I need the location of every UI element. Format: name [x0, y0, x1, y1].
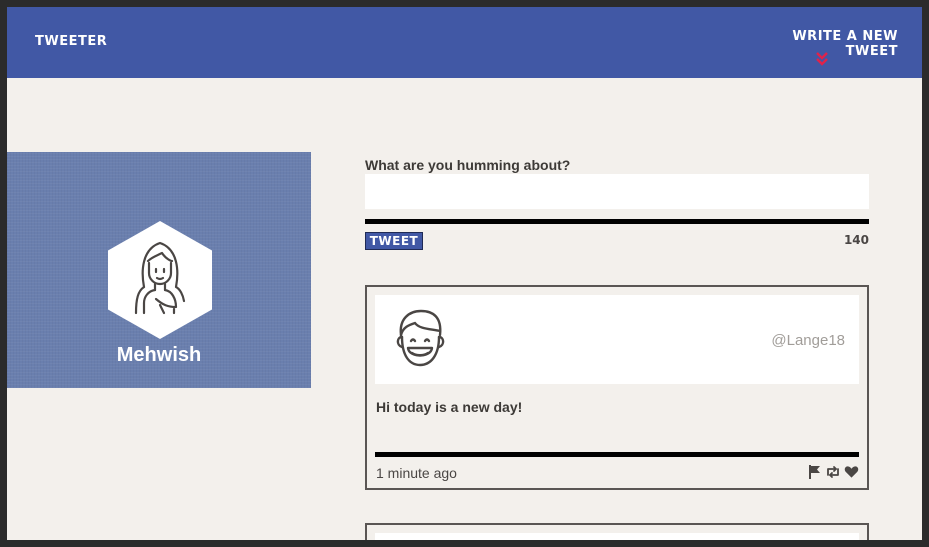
woman-avatar-icon: [108, 221, 212, 339]
tweet-actions: [808, 464, 859, 480]
compose-actions: TWEET 140: [365, 232, 869, 256]
tweet-header: @Lange18: [375, 295, 859, 384]
app-frame: TWEETER WRITE A NEW TWEET Mehwish What a…: [7, 7, 922, 540]
tweet-card: [365, 523, 869, 540]
compose-label: What are you humming about?: [365, 157, 571, 173]
tweet-divider: [375, 452, 859, 457]
tweet-timestamp: 1 minute ago: [376, 465, 457, 481]
tweet-header: [375, 533, 859, 540]
brand-logo[interactable]: TWEETER: [35, 34, 107, 49]
heart-icon[interactable]: [844, 464, 859, 480]
character-counter: 140: [843, 233, 869, 247]
smiling-man-avatar-icon: [396, 309, 445, 367]
compose-input[interactable]: [365, 174, 869, 209]
flag-icon[interactable]: [808, 464, 822, 480]
tweet-button[interactable]: TWEET: [365, 232, 423, 250]
profile-name: Mehwish: [116, 344, 202, 366]
retweet-icon[interactable]: [825, 464, 841, 480]
compose-area: What are you humming about? TWEET 140: [365, 157, 869, 256]
tweet-handle[interactable]: @Lange18: [771, 332, 845, 349]
double-chevron-down-icon: [816, 52, 828, 66]
compose-divider: [365, 219, 869, 224]
write-new-tweet-link[interactable]: WRITE A NEW TWEET: [748, 29, 898, 66]
tweet-card: @Lange18 Hi today is a new day! 1 minute…: [365, 285, 869, 490]
top-navigation-bar: TWEETER WRITE A NEW TWEET: [7, 7, 922, 78]
profile-card: Mehwish: [7, 152, 311, 388]
tweet-text: Hi today is a new day!: [376, 399, 523, 415]
